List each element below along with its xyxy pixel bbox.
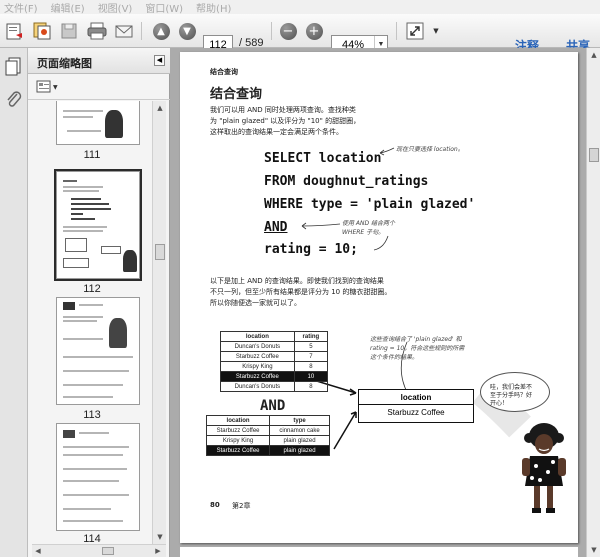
table-cell: 8 <box>293 361 329 372</box>
scrollbar-thumb[interactable] <box>155 244 165 260</box>
table-cell: plain glazed <box>269 435 330 446</box>
annotation-note: 这些查询结合了 'plain glazed' 和 <box>370 336 462 343</box>
zoom-out-icon[interactable]: − <box>277 20 299 42</box>
thumbnail-vertical-scrollbar[interactable]: ▲ ▼ <box>152 101 166 544</box>
table-cell: 5 <box>293 341 329 352</box>
menu-file[interactable]: 文件(F) <box>4 0 38 15</box>
annotation-note: 这个条件的结果。 <box>370 354 419 361</box>
page-thumbnails-icon[interactable] <box>5 56 23 80</box>
next-pdf-page <box>180 547 578 557</box>
page-thumbnail-111[interactable] <box>56 101 140 145</box>
table-header: location <box>220 331 295 342</box>
table-cell: 7 <box>293 351 329 362</box>
toolbar: ▲ ▼ 112 / 589 − + 44% ▼ ▼ 注释 共享 <box>0 14 600 55</box>
footer-chapter: 第2章 <box>232 502 251 510</box>
more-tools-icon[interactable]: ▼ <box>430 20 442 42</box>
thumbnail-label: 112 <box>83 283 101 295</box>
zoom-in-icon[interactable]: + <box>303 20 325 42</box>
fit-window-icon[interactable] <box>404 20 426 42</box>
thumbnail-horizontal-scrollbar[interactable]: ◀ ▶ <box>32 544 166 557</box>
menu-view[interactable]: 视图(V) <box>98 0 133 15</box>
combine-files-icon[interactable] <box>31 20 53 42</box>
table-cell: Duncan's Donuts <box>220 341 295 352</box>
table-header: location <box>205 415 271 426</box>
footer-page-number: 80 <box>210 501 220 509</box>
page-thumbnail-113[interactable] <box>56 297 140 405</box>
page-thumbnail-114[interactable] <box>56 423 140 531</box>
table-cell: plain glazed <box>269 445 330 456</box>
table-cell: cinnamon cake <box>269 425 330 436</box>
bubble-line: 开心！ <box>490 400 509 407</box>
result-header: location <box>359 390 473 405</box>
panel-toolbar: ▼ <box>28 74 170 100</box>
thumbnail-list: 111 112 113 114 <box>32 101 152 544</box>
table-cell: Starbuzz Coffee <box>205 425 271 436</box>
page-thumbnail-112[interactable] <box>54 169 142 281</box>
scroll-right-icon[interactable]: ▶ <box>152 544 164 557</box>
scrollbar-thumb[interactable] <box>589 148 599 162</box>
scroll-down-icon[interactable]: ▼ <box>587 543 600 557</box>
panel-title: 页面缩略图 <box>37 57 92 70</box>
table-cell: Krispy King <box>220 361 295 372</box>
ratings-table: location rating Duncan's Donuts 5 Starbuzz… <box>220 331 329 392</box>
table-cell: Starbuzz Coffee <box>220 371 295 382</box>
table-cell: Starbuzz Coffee <box>205 445 271 456</box>
girl-illustration <box>520 422 576 526</box>
body-line: 所以你随便选一家就可以了。 <box>210 299 301 307</box>
save-icon[interactable] <box>58 20 80 42</box>
toolbar-separator <box>396 22 397 40</box>
panel-header: 页面缩略图 ◀ <box>28 48 170 74</box>
print-icon[interactable] <box>86 20 108 42</box>
scroll-left-icon[interactable]: ◀ <box>32 544 44 557</box>
and-label: AND <box>260 398 286 414</box>
table-cell: Starbuzz Coffee <box>220 351 295 362</box>
table-header: type <box>269 415 330 426</box>
body-line: 不只一列，但至少所有结果都是评分为 10 的糖衣甜甜圈。 <box>210 288 392 296</box>
document-view: 结合查询 结合查询 我们可以用 AND 同时处理两项查询。查找种类 为 "pla… <box>170 48 586 557</box>
table-cell: Duncan's Donuts <box>220 381 295 392</box>
table-cell: 10 <box>293 371 329 382</box>
types-table: location type Starbuzz Coffee cinnamon cak… <box>205 415 330 456</box>
scroll-down-icon[interactable]: ▼ <box>153 530 167 544</box>
menu-edit[interactable]: 编辑(E) <box>51 0 85 15</box>
scroll-up-icon[interactable]: ▲ <box>587 48 600 62</box>
toolbar-separator <box>271 22 272 40</box>
thumbnail-label: 114 <box>83 533 101 544</box>
pdf-reader-window: 文件(F) 编辑(E) 视图(V) 窗口(W) 帮助(H) ▲ ▼ 112 / … <box>0 0 600 557</box>
attachments-icon[interactable] <box>5 90 23 114</box>
email-icon[interactable] <box>113 20 135 42</box>
previous-page-icon[interactable]: ▲ <box>150 20 172 42</box>
pdf-page: 结合查询 结合查询 我们可以用 AND 同时处理两项查询。查找种类 为 "pla… <box>180 52 578 543</box>
scrollbar-thumb[interactable] <box>102 547 114 555</box>
thumbnail-label: 113 <box>83 409 101 421</box>
thumbnail-panel: 页面缩略图 ◀ ▼ 111 112 113 114 ▲ ▼ ◀ ▶ <box>28 48 170 557</box>
result-table: location Starbuzz Coffee <box>358 389 474 423</box>
menu-window[interactable]: 窗口(W) <box>145 0 183 15</box>
toolbar-separator <box>141 22 142 40</box>
body-line: 以下是加上 AND 的查询结果。即使我们找到的查询结果 <box>210 277 384 285</box>
collapse-panel-icon[interactable]: ◀ <box>154 55 165 66</box>
annotation-note: rating = 10，符合这些规则的所需 <box>370 345 465 352</box>
thumbnail-label: 111 <box>83 149 101 161</box>
create-pdf-icon[interactable] <box>4 20 26 42</box>
result-value: Starbuzz Coffee <box>387 408 445 417</box>
next-page-icon[interactable]: ▼ <box>176 20 198 42</box>
menu-help[interactable]: 帮助(H) <box>196 0 231 15</box>
navigation-rail <box>0 48 28 557</box>
table-cell: Krispy King <box>205 435 271 446</box>
table-cell: 8 <box>293 381 329 392</box>
document-scrollbar[interactable]: ▲ ▼ <box>586 48 600 557</box>
table-header: rating <box>293 331 329 342</box>
menu-bar: 文件(F) 编辑(E) 视图(V) 窗口(W) 帮助(H) <box>0 0 600 15</box>
thumbnail-options-icon[interactable]: ▼ <box>36 80 58 94</box>
scroll-up-icon[interactable]: ▲ <box>153 101 167 115</box>
